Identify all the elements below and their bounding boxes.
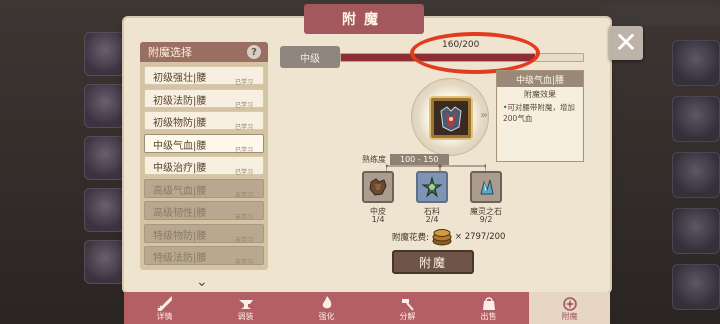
tab-2[interactable]: 强化 bbox=[286, 292, 367, 324]
effect-subtitle: 附魔效果 bbox=[524, 90, 556, 99]
background-side-card bbox=[672, 96, 720, 142]
enchant-item-name: 特级物防|腰 bbox=[153, 230, 207, 242]
enchant-item-status: 已学习 bbox=[234, 101, 253, 109]
hammer-icon bbox=[401, 299, 414, 311]
background-side-card bbox=[672, 208, 720, 254]
enchant-list-item[interactable]: 初级法防|腰已学习 bbox=[144, 88, 264, 109]
enchant-list-item[interactable]: 初级强壮|腰已学习 bbox=[144, 66, 264, 86]
tab-5[interactable]: 附魔 bbox=[529, 292, 610, 324]
enchant-list-header: 附魔选择 ? bbox=[140, 42, 268, 62]
enchant-list: 附魔选择 ? 初级强壮|腰 已学习 初级法防|腰 已学习 初级物防|腰 已学习 中级气血|腰… bbox=[140, 42, 268, 290]
material-slot-stone[interactable] bbox=[416, 171, 448, 203]
effect-title: 中级气血|腰 bbox=[497, 71, 583, 87]
leather-icon bbox=[369, 178, 387, 196]
material-count: 2/4 bbox=[425, 215, 439, 224]
cost-label: 附魔花费: bbox=[392, 233, 429, 243]
enchant-list-item[interactable]: 中级治疗|腰已学习 bbox=[144, 156, 264, 176]
help-icon[interactable]: ? bbox=[247, 45, 261, 59]
tab-label: 详情 bbox=[156, 312, 173, 321]
material-slot-leather[interactable] bbox=[362, 171, 394, 203]
tab-label: 分解 bbox=[399, 312, 416, 321]
background-hero-list bbox=[0, 20, 126, 300]
enchant-panel: 附魔 附魔选择 ? 初级强壮|腰 已学习 初级法防|腰 已学习 初级物防|腰 已学习 中级气… bbox=[124, 4, 610, 292]
enchant-list-item[interactable]: 特级法防|腰未学习 bbox=[144, 246, 264, 266]
enchant-icon bbox=[562, 297, 577, 311]
highlight-circle-annotation bbox=[410, 32, 540, 74]
material-count: 1/4 bbox=[371, 215, 385, 224]
material-count: 9/2 bbox=[479, 215, 493, 224]
enchant-item-name: 初级法防|腰 bbox=[153, 95, 207, 107]
crystal-icon bbox=[480, 179, 494, 195]
background-hero-card bbox=[84, 188, 126, 232]
tab-1[interactable]: 调装 bbox=[205, 292, 286, 324]
background-side-card bbox=[672, 152, 720, 198]
enchant-item-status: 已学习 bbox=[234, 124, 253, 131]
enchant-item-name: 高级韧性|腰 bbox=[153, 208, 207, 219]
material-slot-crystal[interactable] bbox=[470, 171, 502, 203]
tab-0[interactable]: 详情 bbox=[124, 292, 205, 324]
enchant-item-status: 未学习 bbox=[234, 214, 253, 221]
tab-label: 出售 bbox=[480, 312, 497, 321]
enchant-item-status: 未学习 bbox=[234, 236, 253, 244]
enchant-item-name: 特级法防|腰 bbox=[153, 253, 207, 264]
background-side-list bbox=[600, 20, 720, 320]
enchant-list-items: 初级强壮|腰 已学习 初级法防|腰 已学习 初级物防|腰 已学习 中级气血|腰 已学习 中级治疗… bbox=[144, 66, 264, 269]
level-tag: 中级 bbox=[280, 46, 340, 68]
enchant-button[interactable]: 附魔 bbox=[392, 250, 474, 274]
background-hero-card bbox=[84, 84, 126, 128]
background-hero-card bbox=[84, 240, 126, 284]
panel-header: 附魔 bbox=[304, 4, 424, 34]
sword-icon bbox=[156, 296, 172, 311]
anvil-icon bbox=[238, 300, 253, 309]
close-button[interactable]: ✕ bbox=[609, 26, 643, 60]
enchant-item-display bbox=[411, 78, 489, 156]
enchant-list-item[interactable]: 中级气血|腰已学习 bbox=[144, 133, 264, 154]
background-side-card bbox=[672, 40, 720, 86]
background-side-card bbox=[672, 264, 720, 310]
enchant-item-status: 已学习 bbox=[234, 79, 253, 86]
cost-value: × 2797/200 bbox=[454, 232, 506, 242]
enchant-cost: 附魔花费: × 2797/200 bbox=[392, 228, 505, 246]
close-icon: ✕ bbox=[614, 26, 638, 59]
enchant-item-name: 中级气血|腰 bbox=[153, 140, 207, 152]
bag-icon bbox=[482, 297, 495, 310]
enchant-item-name: 高级气血|腰 bbox=[153, 185, 207, 197]
background-hero-card bbox=[84, 32, 126, 76]
chevron-down-icon[interactable]: ⌄ bbox=[196, 274, 208, 290]
effect-description: •可对腰带附魔，增加200气血 bbox=[503, 103, 575, 123]
enchant-item-name: 初级物防|腰 bbox=[153, 118, 207, 129]
stone-icon bbox=[421, 176, 443, 198]
enchant-effect-box: 中级气血|腰 附魔效果 •可对腰带附魔，增加200气血 bbox=[496, 70, 584, 162]
enchant-item-status: 未学习 bbox=[234, 191, 253, 199]
enchant-list-title: 附魔选择 bbox=[148, 46, 192, 59]
enchant-item-status: 已学习 bbox=[234, 169, 253, 176]
chevrons-right-icon: ››› bbox=[480, 110, 488, 121]
tab-label: 附魔 bbox=[561, 312, 578, 321]
enchant-item-name: 初级强壮|腰 bbox=[153, 73, 207, 84]
enchant-item-name: 中级治疗|腰 bbox=[153, 163, 207, 174]
proficiency-label: 熟练度 bbox=[362, 155, 386, 164]
panel-title: 附魔 bbox=[342, 12, 386, 28]
enchant-item-status: 未学习 bbox=[234, 259, 253, 266]
flame-icon bbox=[322, 296, 331, 309]
tab-label: 调装 bbox=[237, 312, 254, 321]
background-hero-card bbox=[84, 136, 126, 180]
tab-4[interactable]: 出售 bbox=[448, 292, 529, 324]
belt-item-icon[interactable] bbox=[429, 96, 473, 140]
enchant-item-status: 已学习 bbox=[234, 146, 253, 154]
enchant-list-item[interactable]: 高级气血|腰未学习 bbox=[144, 178, 264, 199]
armor-icon bbox=[434, 101, 468, 135]
bottom-tab-bar: 详情 调装 强化 分解 出售 附魔 bbox=[124, 292, 610, 324]
enchant-list-item[interactable]: 高级韧性|腰未学习 bbox=[144, 201, 264, 221]
tab-label: 强化 bbox=[318, 312, 335, 321]
enchant-list-item[interactable]: 初级物防|腰已学习 bbox=[144, 111, 264, 131]
enchant-list-item[interactable]: 特级物防|腰未学习 bbox=[144, 223, 264, 244]
coin-icon bbox=[432, 229, 452, 246]
tab-3[interactable]: 分解 bbox=[367, 292, 448, 324]
